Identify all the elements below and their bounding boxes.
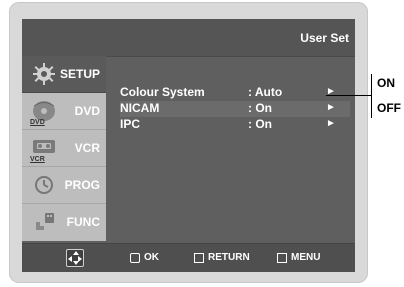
sidebar-item-vcr[interactable]: VCR VCR xyxy=(22,130,106,167)
sidebar-item-label: DVD xyxy=(74,104,100,118)
menu-row-ipc[interactable]: IPC : On ► xyxy=(120,117,350,133)
menu-label: MENU xyxy=(291,252,321,263)
navigation-pad-icon xyxy=(66,249,84,267)
sidebar-item-label: VCR xyxy=(74,141,100,155)
vcr-badge: VCR xyxy=(30,156,45,163)
sidebar-item-func[interactable]: FUNC xyxy=(22,204,106,241)
callout-line xyxy=(326,95,371,96)
gear-icon xyxy=(30,62,58,86)
ok-hint[interactable]: OK xyxy=(130,252,159,263)
triangle-right-icon: ► xyxy=(326,118,336,129)
return-icon xyxy=(194,252,204,263)
sidebar-item-prog[interactable]: PROG xyxy=(22,167,106,204)
sidebar: SETUP DVD DVD VCR VCR PROG FUNC xyxy=(22,56,106,243)
clock-icon xyxy=(30,173,58,197)
menu-icon xyxy=(277,252,287,263)
callout-off: OFF xyxy=(377,101,401,115)
sidebar-item-dvd[interactable]: DVD DVD xyxy=(22,93,106,130)
ok-label: OK xyxy=(144,252,159,263)
menu-hint[interactable]: MENU xyxy=(277,252,320,263)
menu-title: User Set xyxy=(300,31,349,45)
menu-header: User Set xyxy=(22,19,355,57)
menu-row-nicam[interactable]: NICAM : On ► xyxy=(120,101,350,117)
setting-value: : Auto xyxy=(248,85,283,99)
dvd-badge: DVD xyxy=(30,119,45,126)
setting-name: NICAM xyxy=(120,101,160,115)
callout-bracket xyxy=(371,74,375,118)
triangle-right-icon: ► xyxy=(326,102,336,113)
return-hint[interactable]: RETURN xyxy=(194,252,250,263)
callout-on: ON xyxy=(377,76,395,90)
setting-value: : On xyxy=(248,101,272,115)
return-label: RETURN xyxy=(208,252,250,263)
hand-remote-icon xyxy=(30,210,58,234)
ok-icon xyxy=(130,252,140,263)
setting-name: IPC xyxy=(120,117,141,131)
sidebar-item-label: FUNC xyxy=(66,215,100,229)
setting-value: : On xyxy=(248,117,272,131)
footer-bar: OK RETURN MENU xyxy=(22,243,355,272)
sidebar-item-label: PROG xyxy=(64,178,100,192)
menu-content: Colour System : Auto ► NICAM : On ► IPC … xyxy=(106,56,355,243)
sidebar-item-label: SETUP xyxy=(59,67,100,81)
menu-row-colour-system[interactable]: Colour System : Auto ► xyxy=(120,85,350,101)
sidebar-item-setup[interactable]: SETUP xyxy=(22,56,106,93)
tv-menu-screen: User Set SETUP DVD DVD VCR VCR PROG FUNC… xyxy=(22,19,355,272)
setting-name: Colour System xyxy=(120,85,205,99)
